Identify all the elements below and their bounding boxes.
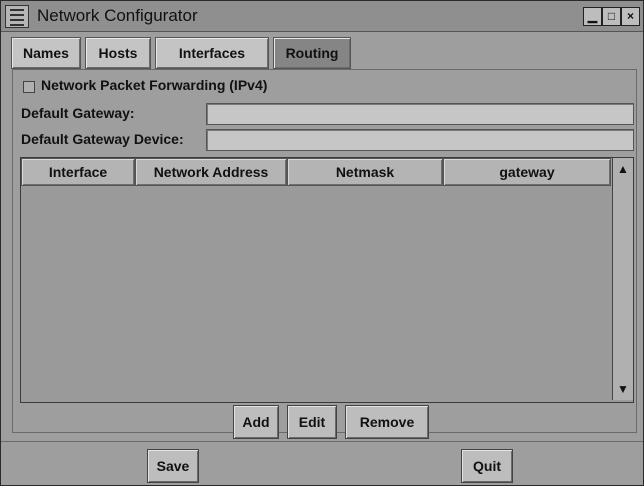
default-gateway-label: Default Gateway: — [21, 105, 135, 121]
default-gateway-input[interactable] — [206, 103, 634, 125]
quit-button[interactable]: Quit — [461, 449, 513, 483]
default-gateway-device-label: Default Gateway Device: — [21, 131, 184, 147]
minimize-button[interactable]: ▁ — [583, 7, 602, 26]
footer-separator — [1, 441, 643, 442]
tab-routing[interactable]: Routing — [273, 37, 351, 69]
tab-names[interactable]: Names — [11, 37, 81, 69]
window-title: Network Configurator — [37, 6, 198, 25]
routes-table[interactable]: Interface Network Address Netmask gatewa… — [20, 157, 634, 403]
packet-forwarding-checkbox[interactable] — [23, 81, 35, 93]
edit-button[interactable]: Edit — [287, 405, 337, 439]
menu-icon[interactable] — [5, 5, 29, 28]
scroll-down-arrow-icon[interactable]: ▼ — [616, 382, 630, 396]
save-button[interactable]: Save — [147, 449, 199, 483]
column-header-netmask[interactable]: Netmask — [287, 158, 443, 186]
title-bar[interactable]: Network Configurator ▁ □ × — [1, 1, 643, 32]
column-header-network-address[interactable]: Network Address — [135, 158, 287, 186]
scroll-up-arrow-icon[interactable]: ▲ — [616, 162, 630, 176]
tab-hosts[interactable]: Hosts — [85, 37, 151, 69]
default-gateway-device-input[interactable] — [206, 129, 634, 151]
table-scrollbar[interactable]: ▲ ▼ — [612, 158, 633, 400]
remove-button[interactable]: Remove — [345, 405, 429, 439]
close-button[interactable]: × — [621, 7, 640, 26]
tab-interfaces[interactable]: Interfaces — [155, 37, 269, 69]
add-button[interactable]: Add — [233, 405, 279, 439]
column-header-gateway[interactable]: gateway — [443, 158, 611, 186]
column-header-interface[interactable]: Interface — [21, 158, 135, 186]
maximize-button[interactable]: □ — [602, 7, 621, 26]
packet-forwarding-label: Network Packet Forwarding (IPv4) — [41, 77, 268, 93]
network-configurator-window: Network Configurator ▁ □ × Names Hosts I… — [0, 0, 644, 486]
